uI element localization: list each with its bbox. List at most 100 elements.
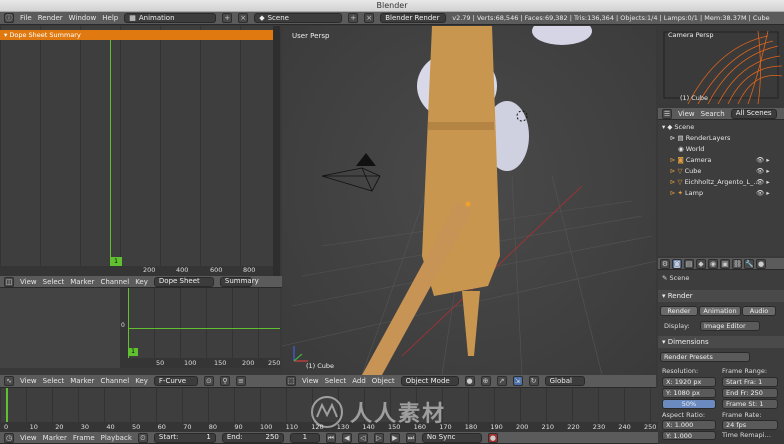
outliner-editor-icon[interactable]: ☰	[662, 108, 672, 119]
outliner-tab-search[interactable]: Search	[701, 110, 725, 118]
outliner-tab-view[interactable]: View	[678, 110, 695, 118]
outliner-item-cube[interactable]: ⊳ ▽ Cube	[658, 166, 701, 177]
menu-render[interactable]: Render	[38, 14, 63, 22]
menu-add[interactable]: Add	[352, 377, 366, 385]
visibility-eye-icons[interactable]: 👁 ▸ 👁 ▸ 👁 ▸ 👁 ▸	[756, 155, 770, 199]
current-frame-field[interactable]: 1	[289, 432, 320, 443]
animation-button[interactable]: Animation	[699, 306, 741, 316]
resolution-percentage-slider[interactable]: 50%	[662, 399, 716, 409]
menu-view[interactable]: View	[20, 377, 37, 385]
render-button[interactable]: Render	[660, 306, 698, 316]
menu-channel[interactable]: Channel	[100, 278, 129, 286]
aspect-x-field[interactable]: X: 1.000	[662, 420, 716, 430]
shading-icon[interactable]: ●	[464, 376, 475, 386]
dimensions-section-header[interactable]: ▾ Dimensions	[658, 336, 784, 348]
constraints-tab-icon[interactable]: ⛓	[732, 258, 742, 269]
normalize-icon[interactable]: ≡	[235, 376, 246, 386]
menu-object[interactable]: Object	[372, 377, 395, 385]
play-icon[interactable]: ▷	[373, 432, 384, 443]
properties-panel[interactable]: ✎ Scene ▾ Render Render Animation Audio …	[658, 270, 784, 430]
dopesheet-scrollbar[interactable]	[273, 26, 280, 276]
menu-select[interactable]: Select	[43, 377, 65, 385]
graph-channel-region[interactable]	[0, 288, 120, 368]
transform-orientation-dropdown[interactable]: Global	[544, 376, 585, 386]
sync-mode-dropdown[interactable]: No Sync	[421, 432, 482, 443]
outliner-item-lamp[interactable]: ⊳ ✦ Lamp	[658, 188, 703, 199]
preview-range-icon[interactable]: ⏲	[137, 432, 148, 443]
render-engine-dropdown[interactable]: Blender Render	[380, 13, 447, 23]
frame-rate-dropdown[interactable]: 24 fps	[722, 420, 778, 430]
outliner-item-renderlayers[interactable]: ⊳ ▤ RenderLayers	[658, 133, 730, 144]
render-tab-icon[interactable]: ◙	[672, 258, 682, 269]
menu-marker[interactable]: Marker	[70, 377, 94, 385]
start-frame-field[interactable]: Start: 1	[153, 432, 216, 443]
menu-view[interactable]: View	[20, 278, 37, 286]
pivot-point-icon[interactable]: ⊕	[480, 376, 491, 386]
graph-editor-type-icon[interactable]: ∿	[4, 376, 14, 386]
outliner-item-scene[interactable]: ▾ ◆ Scene	[658, 122, 694, 133]
frame-step-field[interactable]: Frame St: 1	[722, 399, 778, 409]
manipulator-icon[interactable]: ↗	[496, 376, 507, 386]
layers-tab-icon[interactable]: ▤	[684, 258, 694, 269]
menu-select[interactable]: Select	[325, 377, 347, 385]
outliner-panel[interactable]: ▾ ◆ Scene ⊳ ▤ RenderLayers ◉ World ⊳ ◙ C…	[658, 120, 784, 256]
menu-marker[interactable]: Marker	[43, 434, 67, 442]
3d-viewport[interactable]: User Persp (1) Cube	[282, 26, 656, 375]
outliner-display-dropdown[interactable]: All Scenes	[730, 108, 777, 119]
display-dropdown[interactable]: Image Editor	[700, 321, 760, 331]
outliner-item-eichholtz[interactable]: ⊳ ▽ Eichholtz_Argento_L_…	[658, 177, 760, 188]
outliner-item-world[interactable]: ◉ World	[658, 144, 704, 155]
modifiers-tab-icon[interactable]: 🔧	[744, 258, 754, 269]
pivot-icon[interactable]: ⊙	[203, 376, 214, 386]
scene-tab-icon[interactable]: ◆	[696, 258, 706, 269]
world-tab-icon[interactable]: ◉	[708, 258, 718, 269]
aspect-y-field[interactable]: Y: 1.000	[662, 431, 716, 440]
audio-button[interactable]: Audio	[742, 306, 776, 316]
menu-frame[interactable]: Frame	[73, 434, 95, 442]
menu-select[interactable]: Select	[43, 278, 65, 286]
info-editor-icon[interactable]: ⓘ	[4, 13, 14, 23]
filter-icon[interactable]: ⚲	[219, 376, 230, 386]
object-tab-icon[interactable]: ▣	[720, 258, 730, 269]
menu-help[interactable]: Help	[102, 14, 118, 22]
menu-view[interactable]: View	[302, 377, 319, 385]
render-section-header[interactable]: ▾ Render	[658, 290, 784, 302]
dopesheet-area[interactable]: ▾ Dope Sheet Summary 1 200 400 600 800	[0, 26, 280, 276]
expand-arrow-icon[interactable]: ▾	[4, 31, 7, 39]
record-icon[interactable]: ●	[487, 432, 498, 443]
3d-view-editor-icon[interactable]: ⬚	[286, 376, 296, 386]
next-keyframe-icon[interactable]: ▶	[389, 432, 400, 443]
menu-key[interactable]: Key	[135, 278, 148, 286]
menu-playback[interactable]: Playback	[101, 434, 132, 442]
graph-frame-marker[interactable]: 1	[128, 348, 138, 356]
end-frame-field[interactable]: End: 250	[221, 432, 284, 443]
editor-type-icon[interactable]: ◫	[4, 276, 14, 287]
screen-layout-dropdown[interactable]: ▦ Animation	[124, 13, 217, 23]
scene-dropdown[interactable]: ◆ Scene	[254, 13, 343, 23]
material-tab-icon[interactable]: ●	[756, 258, 766, 269]
graph-area[interactable]: 1 50 100 150 200 250	[128, 288, 280, 368]
translate-icon[interactable]: ⇲	[512, 376, 523, 386]
menu-channel[interactable]: Channel	[100, 377, 129, 385]
start-frame-field[interactable]: Start Fra: 1	[722, 377, 778, 387]
graph-mode-dropdown[interactable]: F-Curve	[153, 376, 198, 386]
remove-layout-icon[interactable]: ×	[238, 13, 249, 23]
summary-toggle[interactable]: Summary	[219, 276, 259, 287]
current-frame-marker[interactable]: 1	[110, 257, 122, 266]
dopesheet-mode-dropdown[interactable]: Dope Sheet	[153, 276, 214, 287]
rotate-icon[interactable]: ↻	[528, 376, 539, 386]
menu-file[interactable]: File	[20, 14, 32, 22]
remove-scene-icon[interactable]: ×	[364, 13, 375, 23]
menu-window[interactable]: Window	[69, 14, 97, 22]
render-presets-dropdown[interactable]: Render Presets	[660, 352, 750, 362]
dopesheet-summary-row[interactable]: ▾ Dope Sheet Summary	[0, 30, 278, 40]
add-scene-icon[interactable]: +	[348, 13, 359, 23]
add-layout-icon[interactable]: +	[222, 13, 233, 23]
resolution-y-field[interactable]: Y: 1080 px	[662, 388, 716, 398]
end-frame-field[interactable]: End Fr: 250	[722, 388, 778, 398]
interaction-mode-dropdown[interactable]: Object Mode	[400, 376, 459, 386]
outliner-item-camera[interactable]: ⊳ ◙ Camera	[658, 155, 711, 166]
timeline-editor-icon[interactable]: ◷	[4, 432, 14, 443]
menu-view[interactable]: View	[20, 434, 37, 442]
jump-start-icon[interactable]: ⏮	[325, 432, 336, 443]
